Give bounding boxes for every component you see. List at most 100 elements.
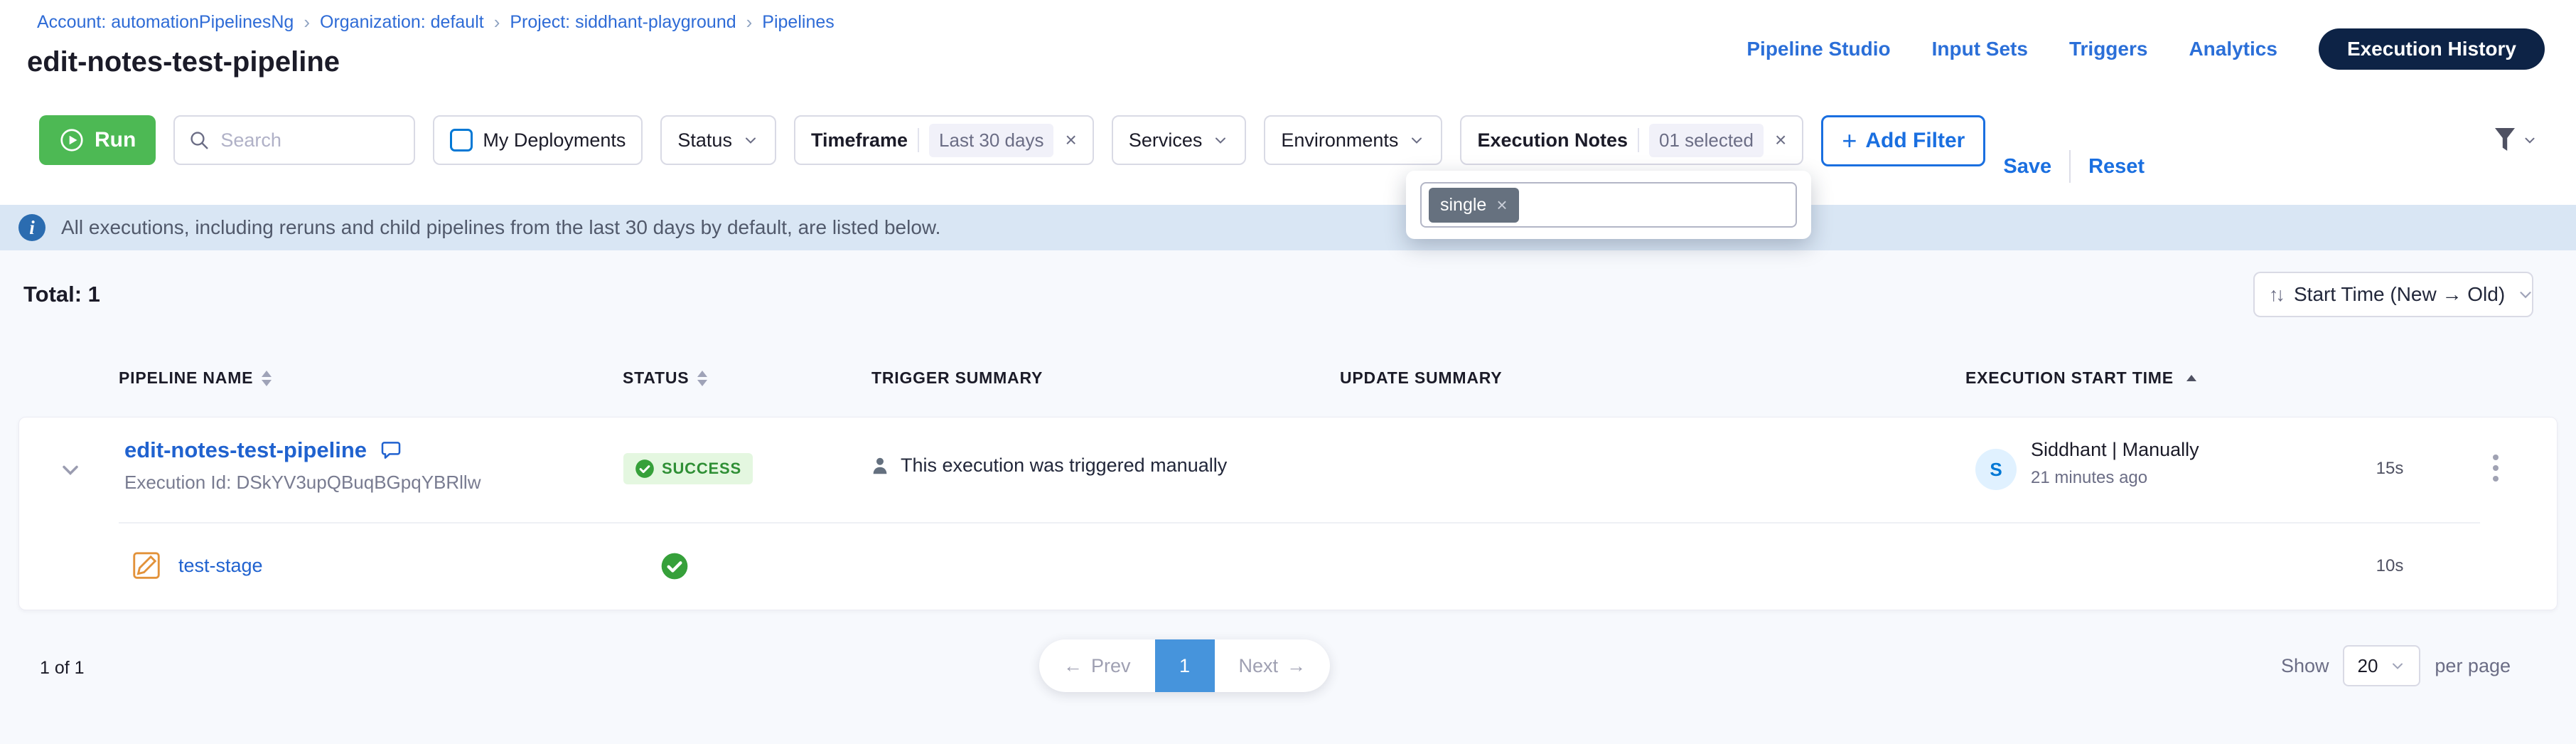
tab-triggers[interactable]: Triggers	[2069, 38, 2147, 60]
trigger-summary: This execution was triggered manually	[869, 455, 1227, 477]
chevron-down-icon	[1212, 132, 1229, 149]
timeframe-filter-label: Timeframe	[811, 129, 908, 152]
save-filter-button[interactable]: Save	[2003, 155, 2051, 179]
execution-notes-comment-icon[interactable]	[380, 439, 402, 462]
status-filter-dropdown[interactable]: Status	[660, 115, 776, 165]
started-by: Siddhant | Manually	[2031, 439, 2199, 461]
chevron-down-icon	[2389, 657, 2406, 674]
pipeline-name-link[interactable]: edit-notes-test-pipeline	[124, 437, 367, 463]
breadcrumb-pipelines-link[interactable]: Pipelines	[762, 12, 834, 33]
my-deployments-filter[interactable]: My Deployments	[433, 115, 643, 165]
timeframe-value-chip: Last 30 days	[929, 124, 1053, 157]
column-label: PIPELINE NAME	[119, 368, 253, 388]
breadcrumb-account-link[interactable]: Account: automationPipelinesNg	[37, 12, 294, 33]
start-time-block: Siddhant | Manually 21 minutes ago	[2031, 439, 2199, 488]
pagination-bar: 1 of 1 ← Prev 1 Next → Show 20	[0, 638, 2576, 698]
current-page-button[interactable]: 1	[1155, 639, 1215, 692]
sort-arrows-icon	[697, 371, 707, 386]
breadcrumb-org-link[interactable]: Organization: default	[320, 12, 484, 33]
status-filter-label: Status	[677, 129, 732, 152]
row-menu-button[interactable]	[2487, 449, 2504, 487]
plus-icon: +	[1842, 128, 1857, 154]
execution-notes-tag-input[interactable]: single ×	[1420, 182, 1797, 228]
chevron-down-icon	[1408, 132, 1425, 149]
expand-row-chevron-icon[interactable]	[58, 457, 83, 483]
arrow-left-icon: ←	[1063, 655, 1083, 677]
stage-edit-icon	[130, 549, 163, 582]
tab-input-sets[interactable]: Input Sets	[1932, 38, 2028, 60]
total-count: Total: 1	[23, 282, 100, 307]
prev-page-button[interactable]: ← Prev	[1039, 639, 1155, 692]
execution-notes-popup: single ×	[1406, 171, 1811, 239]
arrow-right-icon: →	[1287, 655, 1306, 677]
page-size-control: Show 20 per page	[2281, 645, 2511, 686]
column-label: STATUS	[623, 368, 689, 388]
column-label: TRIGGER SUMMARY	[871, 368, 1043, 388]
separator	[918, 128, 919, 152]
services-filter-label: Services	[1129, 129, 1203, 152]
funnel-icon	[2492, 126, 2518, 154]
info-banner-text: All executions, including reruns and chi…	[61, 216, 940, 239]
column-header-execution-start-time[interactable]: EXECUTION START TIME	[1965, 368, 2196, 388]
divider	[2069, 150, 2071, 183]
note-tag-remove-icon[interactable]: ×	[1496, 194, 1507, 216]
execution-notes-filter-label: Execution Notes	[1477, 129, 1628, 152]
table-header-row: PIPELINE NAME STATUS TRIGGER SUMMARY UPD…	[0, 368, 2576, 394]
breadcrumb-project-link[interactable]: Project: siddhant-playground	[510, 12, 736, 33]
prev-label: Prev	[1091, 655, 1131, 677]
execution-notes-clear-icon[interactable]: ×	[1775, 129, 1786, 152]
services-filter-dropdown[interactable]: Services	[1112, 115, 1247, 165]
add-filter-label: Add Filter	[1865, 129, 1965, 153]
my-deployments-label: My Deployments	[483, 129, 626, 152]
play-circle-icon	[59, 127, 85, 153]
chevron-down-icon	[2516, 285, 2535, 304]
page-size-value: 20	[2357, 655, 2378, 677]
column-label: EXECUTION START TIME	[1965, 368, 2174, 388]
environments-filter-label: Environments	[1281, 129, 1398, 152]
sort-dropdown[interactable]: ↑↓ Start Time (New → Old)	[2253, 272, 2533, 317]
tab-execution-history-active[interactable]: Execution History	[2319, 28, 2545, 70]
column-label: UPDATE SUMMARY	[1340, 368, 1502, 388]
execution-row[interactable]: edit-notes-test-pipeline Execution Id: D…	[19, 418, 2557, 522]
pager: ← Prev 1 Next →	[1039, 639, 1330, 692]
timeframe-filter[interactable]: Timeframe Last 30 days ×	[794, 115, 1094, 165]
toolbar: Run My Deployments Status Timeframe Last…	[0, 94, 2576, 205]
column-header-status[interactable]: STATUS	[623, 368, 707, 388]
breadcrumb-separator-icon: ›	[304, 11, 310, 33]
chevron-down-icon	[742, 132, 759, 149]
trigger-summary-text: This execution was triggered manually	[901, 455, 1227, 477]
breadcrumb-separator-icon: ›	[494, 11, 500, 33]
execution-notes-value-chip: 01 selected	[1649, 124, 1764, 157]
search-box	[173, 115, 415, 165]
run-button-label: Run	[95, 128, 136, 152]
show-label: Show	[2281, 655, 2329, 677]
my-deployments-checkbox[interactable]	[450, 129, 473, 152]
breadcrumb-separator-icon: ›	[746, 11, 753, 33]
filter-selector-button[interactable]	[2492, 115, 2538, 165]
pipeline-nav: Pipeline Studio Input Sets Triggers Anal…	[1746, 28, 2545, 70]
run-button[interactable]: Run	[39, 115, 156, 165]
tab-analytics[interactable]: Analytics	[2189, 38, 2277, 60]
status-badge: SUCCESS	[623, 453, 753, 484]
sort-direction-icon: ↑↓	[2269, 284, 2282, 306]
next-page-button[interactable]: Next →	[1215, 639, 1331, 692]
avatar[interactable]: S	[1975, 449, 2017, 490]
user-icon	[869, 455, 891, 477]
column-header-pipeline-name[interactable]: PIPELINE NAME	[119, 368, 272, 388]
info-icon: i	[18, 214, 45, 241]
execution-history-page: Account: automationPipelinesNg › Organiz…	[0, 0, 2576, 744]
status-badge-label: SUCCESS	[662, 459, 741, 478]
note-tag-label: single	[1440, 195, 1486, 216]
stage-row[interactable]: test-stage 10s	[19, 524, 2557, 611]
reset-filter-button[interactable]: Reset	[2088, 155, 2145, 179]
stage-name-link[interactable]: test-stage	[178, 555, 263, 577]
executions-list-section: Total: 1 ↑↓ Start Time (New → Old) PIPEL…	[0, 250, 2576, 744]
execution-notes-filter[interactable]: Execution Notes 01 selected ×	[1460, 115, 1803, 165]
page-size-select[interactable]: 20	[2343, 645, 2420, 686]
environments-filter-dropdown[interactable]: Environments	[1264, 115, 1442, 165]
search-input[interactable]	[220, 129, 401, 152]
timeframe-clear-icon[interactable]: ×	[1065, 129, 1076, 152]
add-filter-button[interactable]: + Add Filter	[1821, 115, 1985, 166]
tab-pipeline-studio[interactable]: Pipeline Studio	[1746, 38, 1890, 60]
sort-ascending-icon	[2186, 375, 2196, 381]
